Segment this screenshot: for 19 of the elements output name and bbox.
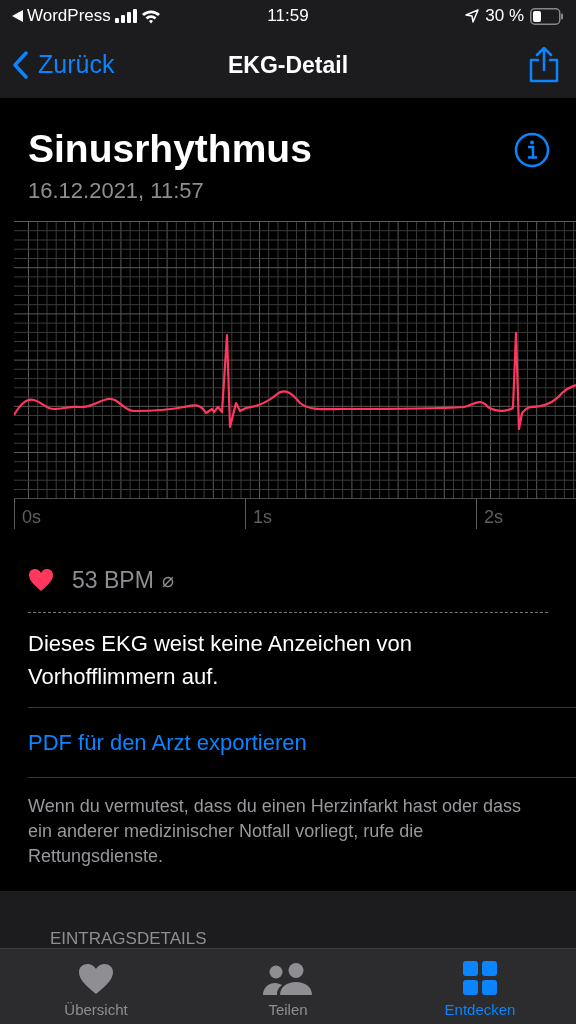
rhythm-title: Sinusrhythmus: [28, 126, 312, 172]
heart-rate: 53 BPM: [72, 566, 154, 595]
tab-bar-item[interactable]: Entdecken: [384, 949, 576, 1024]
battery-percent: 30 %: [485, 5, 524, 28]
result-text: Dieses EKG weist keine Anzeichen von Vorhofflimmern auf.: [28, 629, 413, 691]
back-button[interactable]: Zurück: [12, 46, 115, 84]
screen-title: EKG-Detail: [227, 50, 349, 80]
emergency-note: Wenn du vermutest, dass du einen Herzinfarkt hast oder dass ein anderer medizinischer Notfall vorliegt, rufe die Rettungsdienste.: [28, 794, 522, 868]
clock: 11:59: [266, 5, 310, 28]
time-axis-label: 2s: [484, 507, 503, 527]
time-axis-label: 0s: [22, 507, 41, 527]
back-app-link[interactable]: WordPress: [27, 3, 111, 29]
export-pdf-link[interactable]: PDF für den Arzt exportieren: [28, 707, 307, 777]
tab-bar-item[interactable]: Übersicht: [0, 949, 192, 1024]
section-heading: EINTRAGSDETAILS: [50, 928, 208, 949]
time-axis-label: 1s: [253, 507, 272, 527]
recording-date: 16.12.2021, 11:57: [28, 177, 205, 205]
average-symbol: ⌀: [161, 568, 174, 594]
tab-bar-item[interactable]: Teilen: [192, 949, 384, 1024]
